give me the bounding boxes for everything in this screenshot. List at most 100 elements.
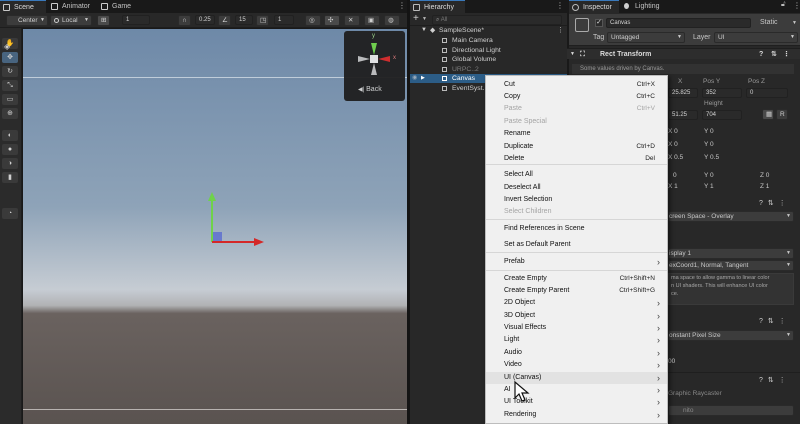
raycaster-field[interactable]: nito (668, 405, 794, 416)
menu-item-light[interactable]: Light › (486, 334, 667, 346)
menu-item-prefab[interactable]: Prefab › (486, 256, 667, 268)
help-icon[interactable]: ? (759, 318, 763, 325)
active-checkbox[interactable]: ✓ (595, 19, 603, 27)
tab-animator[interactable]: Animator (48, 0, 96, 13)
scene-viewport[interactable]: y x ◀| Back (23, 29, 407, 424)
preset-icon[interactable]: ⇅ (771, 49, 777, 60)
hierarchy-search-input[interactable]: ⌕ All (432, 15, 562, 25)
menu-item-rename[interactable]: Rename (486, 128, 667, 140)
draw-mode-button[interactable]: ◎ (305, 15, 321, 26)
tag-dropdown[interactable]: Untagged ▼ (607, 32, 685, 43)
skybox-icon[interactable]: ◑ (2, 158, 18, 169)
object-name-field[interactable]: Canvas (606, 18, 751, 28)
raw-edit-button[interactable]: R (776, 109, 788, 120)
component-menu-icon[interactable]: ⋮ (779, 377, 786, 384)
rect-tool-icon[interactable]: ▭ (2, 94, 18, 105)
move-tool-icon[interactable]: ✥ (2, 52, 18, 63)
grid-size-field[interactable]: 1 (122, 15, 150, 25)
hierarchy-item-urpc-2[interactable]: URPC..2 (410, 65, 567, 74)
rotate-tool-icon[interactable]: ↻ (2, 66, 18, 77)
width-field[interactable]: 51.25 (668, 110, 698, 120)
visibility-icon[interactable]: ◉ (412, 74, 417, 83)
scale-tool-icon[interactable]: ⤡ (2, 80, 18, 91)
inspector-menu-icon[interactable]: ⋮ (793, 1, 800, 10)
shader-channels-dropdown[interactable]: exCoord1, Normal, Tangent ▼ (668, 260, 794, 271)
fog-icon[interactable]: ▮ (2, 172, 18, 183)
anchor-max-x[interactable]: X 0 (668, 141, 678, 148)
hierarchy-item-main-camera[interactable]: Main Camera (410, 36, 567, 45)
snap-value-field[interactable]: 0.25 (195, 15, 215, 25)
menu-item-2d-object[interactable]: 2D Object › (486, 297, 667, 309)
pivot-x[interactable]: X 0.5 (668, 154, 683, 161)
render-mode-dropdown[interactable]: creen Space - Overlay ▼ (668, 211, 794, 222)
anchor-min-x[interactable]: X 0 (668, 128, 678, 135)
menu-item-3d-object[interactable]: 3D Object › (486, 310, 667, 322)
space-dropdown[interactable]: Local ▼ (50, 15, 92, 26)
rotation-z[interactable]: Z 0 (760, 172, 769, 179)
scale-factor-value[interactable]: 00 (668, 358, 675, 365)
angle-snap-button[interactable]: ∠ (218, 15, 231, 26)
scene-menu-icon[interactable]: ⋮ (557, 26, 564, 35)
pos-z-field[interactable]: 0 (746, 88, 788, 98)
scale-snap-button[interactable]: ◳ (256, 15, 269, 26)
menu-item-create-empty-parent[interactable]: Create Empty Parent Ctrl+Shift+G (486, 285, 667, 297)
menu-item-rendering[interactable]: Rendering › (486, 409, 667, 421)
chevron-down-icon[interactable]: ▼ (792, 20, 797, 26)
audio-toggle-button[interactable]: ✕ (344, 15, 360, 26)
scale-snap-field[interactable]: 1 (274, 15, 294, 25)
target-display-dropdown[interactable]: isplay 1 ▼ (668, 248, 794, 259)
tab-hierarchy[interactable]: Hierarchy (410, 0, 465, 13)
gizmos-button[interactable]: ◍ (384, 15, 400, 26)
lighting-icon[interactable]: ● (2, 144, 18, 155)
height-field[interactable]: 704 (702, 110, 742, 120)
back-button[interactable]: ◀| Back (358, 86, 382, 93)
scene-side-icon[interactable]: ◈ (4, 42, 16, 52)
pos-x-field[interactable]: 25.825 (668, 88, 698, 98)
layer-dropdown[interactable]: UI ▼ (714, 32, 798, 43)
menu-item-find-references-in-scene[interactable]: Find References in Scene (486, 223, 667, 235)
menu-item-invert-selection[interactable]: Invert Selection (486, 194, 667, 206)
grid-toggle-button[interactable]: ⊞ (97, 15, 110, 26)
scene-menu-icon[interactable]: ⋮ (398, 1, 406, 10)
orientation-gizmo[interactable]: y x ◀| Back (344, 31, 405, 101)
preset-icon[interactable]: ⇅ (768, 200, 774, 207)
rotation-y[interactable]: Y 0 (704, 172, 714, 179)
menu-item-select-all[interactable]: Select All (486, 169, 667, 181)
menu-item-cut[interactable]: Cut Ctrl+X (486, 79, 667, 91)
tab-scene[interactable]: Scene (0, 0, 46, 13)
camera-settings-button[interactable]: ▣ (364, 15, 380, 26)
menu-item-create-empty[interactable]: Create Empty Ctrl+Shift+N (486, 273, 667, 285)
preset-icon[interactable]: ⇅ (768, 318, 774, 325)
move-gizmo[interactable] (198, 189, 278, 249)
component-menu-icon[interactable]: ⋮ (779, 200, 786, 207)
component-menu-icon[interactable]: ⋮ (783, 49, 790, 60)
anchor-max-y[interactable]: Y 0 (704, 141, 714, 148)
expand-arrow-icon[interactable]: ▶ (421, 74, 425, 83)
add-object-button[interactable]: + (413, 13, 419, 24)
preset-icon[interactable]: ⇅ (768, 377, 774, 384)
help-icon[interactable]: ? (759, 377, 763, 384)
2d-toggle-button[interactable]: ✣ (324, 15, 340, 26)
scale-y[interactable]: Y 1 (704, 183, 714, 190)
menu-item-video[interactable]: Video › (486, 359, 667, 371)
tab-game[interactable]: Game (98, 0, 138, 13)
pos-y-field[interactable]: 352 (702, 88, 742, 98)
orientation-icon[interactable]: ◔ (2, 208, 18, 219)
snap-toggle-button[interactable]: ∩ (178, 15, 191, 26)
menu-item-duplicate[interactable]: Duplicate Ctrl+D (486, 141, 667, 153)
blueprint-button[interactable]: ▦ (762, 109, 774, 120)
menu-item-copy[interactable]: Copy Ctrl+C (486, 91, 667, 103)
menu-item-audio[interactable]: Audio › (486, 347, 667, 359)
menu-item-set-as-default-parent[interactable]: Set as Default Parent (486, 239, 667, 251)
rotation-x[interactable]: 0 (673, 172, 677, 179)
hierarchy-item-global-volume[interactable]: Global Volume (410, 55, 567, 64)
tab-lighting[interactable]: Lighting (621, 0, 671, 13)
component-menu-icon[interactable]: ⋮ (779, 318, 786, 325)
pivot-y[interactable]: Y 0.5 (704, 154, 719, 161)
hierarchy-menu-icon[interactable]: ⋮ (556, 1, 564, 10)
scene-root-item[interactable]: ▼ ◆ SampleScene* ⋮ (410, 26, 567, 35)
help-icon[interactable]: ? (759, 200, 763, 207)
menu-item-visual-effects[interactable]: Visual Effects › (486, 322, 667, 334)
shading-icon[interactable]: ◐ (2, 130, 18, 141)
ui-scale-mode-dropdown[interactable]: onstant Pixel Size ▼ (668, 330, 794, 341)
